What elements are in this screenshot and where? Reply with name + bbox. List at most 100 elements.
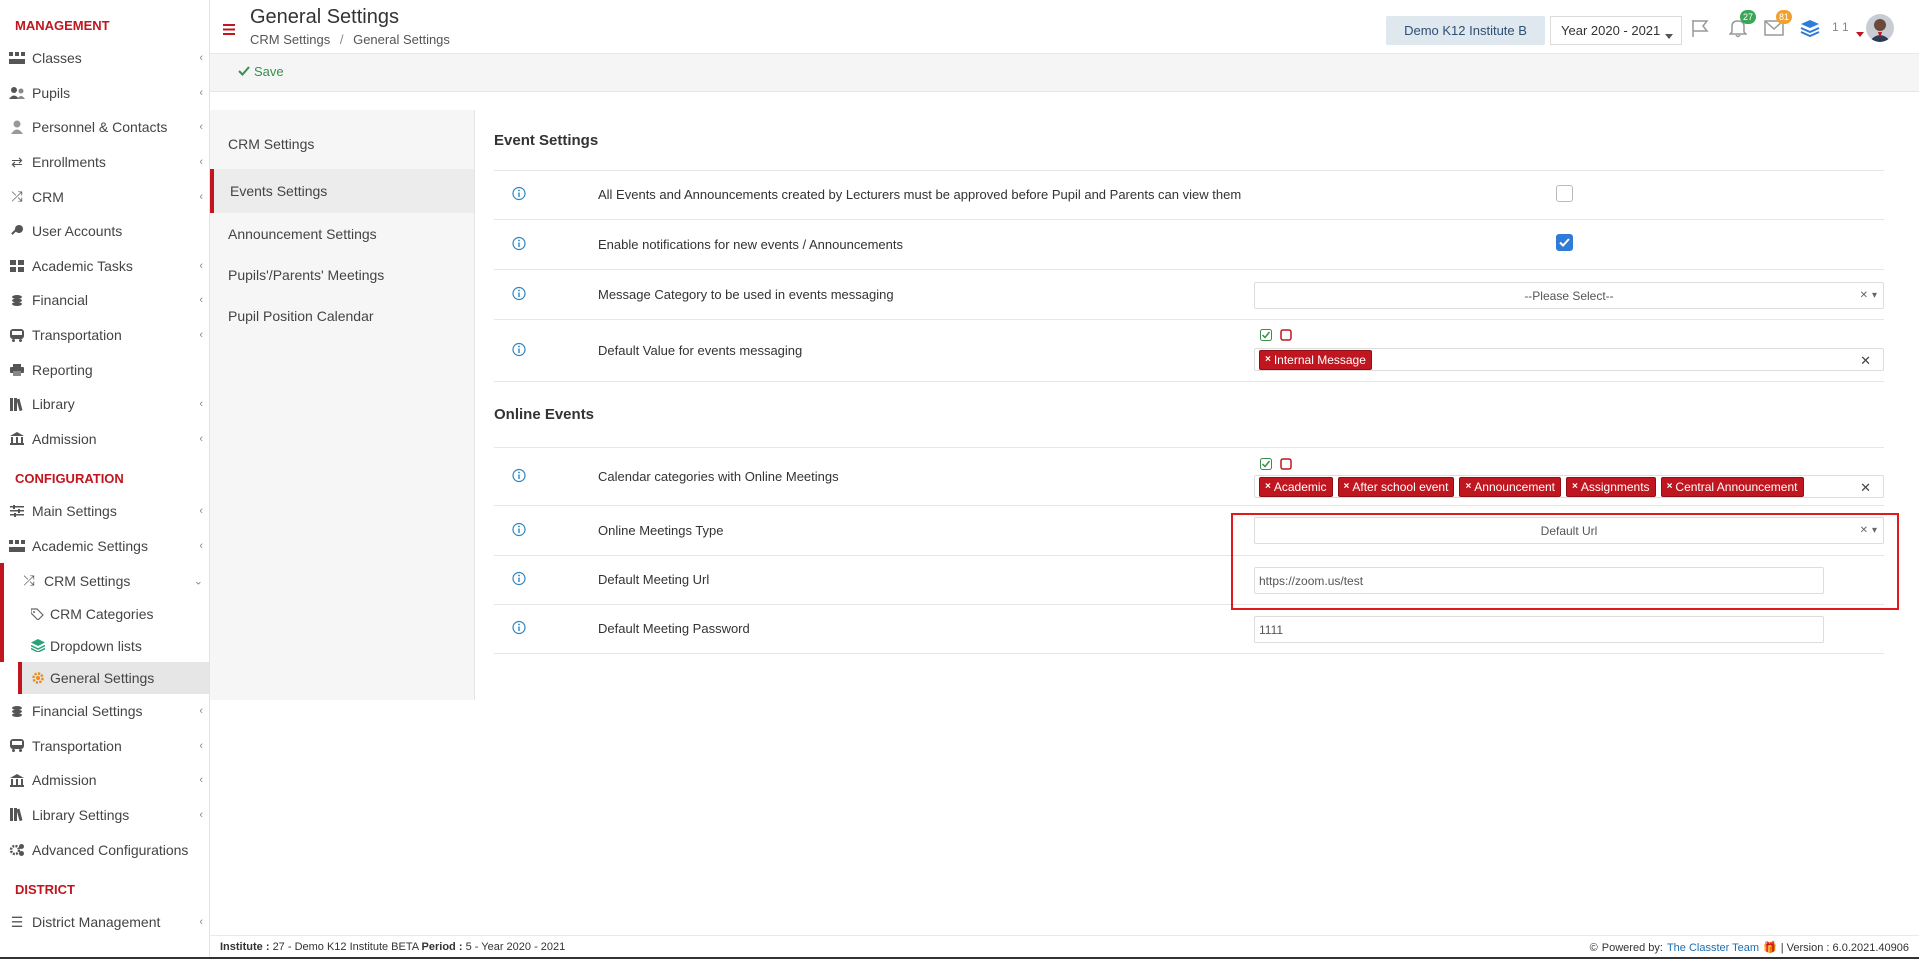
bell-icon[interactable]: 27 bbox=[1726, 10, 1756, 40]
sidebar-item-pupils[interactable]: Pupils ‹ bbox=[0, 76, 209, 111]
tag-academic[interactable]: × Academic bbox=[1259, 476, 1333, 497]
sidebar-item-crm-categories[interactable]: CRM Categories bbox=[0, 597, 209, 630]
settings-nav-announcement-settings[interactable]: Announcement Settings bbox=[210, 213, 474, 254]
tag-after-school-event[interactable]: × After school event bbox=[1337, 476, 1455, 497]
settings-nav-pupils-parents-meetings[interactable]: Pupils'/Parents' Meetings bbox=[210, 254, 474, 295]
sidebar-item-label: Financial Settings bbox=[32, 703, 143, 720]
sidebar-item-advanced-configurations[interactable]: Advanced Configurations bbox=[0, 832, 209, 867]
classes-icon bbox=[8, 539, 26, 553]
sidebar-item-library[interactable]: Library ‹ bbox=[0, 387, 209, 422]
shuffle-icon: ⤮ bbox=[11, 188, 23, 205]
sidebar-item-classes[interactable]: Classes ‹ bbox=[0, 41, 209, 76]
info-icon[interactable] bbox=[512, 342, 526, 359]
tag-announcement[interactable]: × Announcement bbox=[1459, 476, 1562, 497]
sidebar-item-academic-settings[interactable]: Academic Settings ‹ bbox=[0, 529, 209, 564]
select-all-icon[interactable] bbox=[1260, 328, 1272, 344]
sidebar-item-reporting[interactable]: Reporting bbox=[0, 352, 209, 387]
avatar[interactable] bbox=[1866, 14, 1894, 42]
caret-down-icon bbox=[1665, 27, 1673, 42]
layers-icon[interactable] bbox=[1798, 16, 1822, 40]
chevron-left-icon: ‹ bbox=[199, 121, 203, 134]
sidebar-item-label: Personnel & Contacts bbox=[32, 119, 168, 136]
remove-tag-icon[interactable]: × bbox=[1572, 481, 1578, 492]
setting-label: Calendar categories with Online Meetings bbox=[598, 468, 839, 484]
gift-icon: 🎁 bbox=[1763, 942, 1777, 954]
sidebar-item-admission-settings[interactable]: Admission ‹ bbox=[0, 763, 209, 798]
footer-team-link[interactable]: The Classter Team bbox=[1667, 942, 1759, 954]
remove-tag-icon[interactable]: × bbox=[1667, 481, 1673, 492]
settings-nav-pupil-position-calendar[interactable]: Pupil Position Calendar bbox=[210, 295, 474, 336]
approve-checkbox[interactable] bbox=[1556, 185, 1573, 202]
caret-down-icon[interactable] bbox=[1856, 24, 1864, 40]
chevron-left-icon: ‹ bbox=[199, 190, 203, 203]
hamburger-menu-icon[interactable] bbox=[223, 22, 235, 38]
sidebar-item-label: General Settings bbox=[50, 669, 155, 686]
sidebar-item-user-accounts[interactable]: User Accounts bbox=[0, 214, 209, 249]
meeting-password-input[interactable]: 1111 bbox=[1254, 616, 1824, 643]
caret-down-icon[interactable]: ▾ bbox=[1872, 290, 1877, 301]
remove-tag-icon[interactable]: × bbox=[1465, 481, 1471, 492]
envelope-icon[interactable]: 81 bbox=[1762, 10, 1792, 40]
remove-tag-icon[interactable]: × bbox=[1344, 481, 1350, 492]
tag-assignments[interactable]: × Assignments bbox=[1566, 476, 1656, 497]
sidebar-item-label: CRM Settings bbox=[44, 572, 131, 589]
sidebar-item-label: Advanced Configurations bbox=[32, 841, 189, 858]
list-icon: ☰ bbox=[10, 913, 24, 930]
sidebar-item-district-management[interactable]: ☰ District Management ‹ bbox=[0, 905, 209, 940]
calendar-categories-tags[interactable]: × Academic × After school event × Announcem… bbox=[1254, 475, 1884, 498]
remove-tag-icon[interactable]: × bbox=[1265, 354, 1271, 365]
sidebar-item-financial[interactable]: Financial ‹ bbox=[0, 283, 209, 318]
grid-icon bbox=[8, 259, 26, 273]
clear-icon[interactable]: ✕ bbox=[1860, 353, 1871, 369]
default-value-tags[interactable]: × Internal Message ✕ bbox=[1254, 348, 1884, 371]
info-icon[interactable] bbox=[512, 286, 526, 303]
breadcrumb: CRM Settings / General Settings bbox=[250, 32, 450, 47]
clear-icon[interactable]: ✕ bbox=[1860, 290, 1868, 301]
clear-icon[interactable]: ✕ bbox=[1860, 480, 1871, 496]
user-text[interactable]: 1 1 bbox=[1832, 20, 1849, 34]
select-all-icon[interactable] bbox=[1260, 457, 1272, 473]
sidebar-item-personnel[interactable]: Personnel & Contacts ‹ bbox=[0, 110, 209, 145]
sidebar-item-general-settings[interactable]: General Settings bbox=[18, 661, 209, 694]
sidebar-item-label: Admission bbox=[32, 430, 97, 447]
sidebar-item-financial-settings[interactable]: Financial Settings ‹ bbox=[0, 694, 209, 729]
breadcrumb-crm-settings[interactable]: CRM Settings bbox=[250, 32, 330, 47]
year-select[interactable]: Year 2020 - 2021 bbox=[1550, 16, 1682, 45]
sidebar-item-transportation-settings[interactable]: Transportation ‹ bbox=[0, 729, 209, 764]
layers-icon bbox=[30, 639, 46, 653]
info-icon[interactable] bbox=[512, 571, 526, 589]
check-icon bbox=[238, 64, 250, 79]
save-button[interactable]: Save bbox=[238, 64, 284, 79]
info-icon[interactable] bbox=[512, 620, 526, 638]
sidebar-item-admission[interactable]: Admission ‹ bbox=[0, 422, 209, 457]
notify-checkbox[interactable] bbox=[1556, 234, 1573, 251]
info-icon[interactable] bbox=[512, 468, 526, 485]
sidebar-item-crm[interactable]: ⤮ CRM ‹ bbox=[0, 179, 209, 214]
sidebar-item-academic-tasks[interactable]: Academic Tasks ‹ bbox=[0, 249, 209, 284]
institute-button[interactable]: Demo K12 Institute B bbox=[1386, 16, 1545, 45]
sidebar-item-dropdown-lists[interactable]: Dropdown lists bbox=[0, 629, 209, 662]
exchange-icon: ⇄ bbox=[11, 153, 23, 170]
sidebar-item-transportation[interactable]: Transportation ‹ bbox=[0, 318, 209, 353]
notifications-badge: 27 bbox=[1739, 10, 1756, 24]
sidebar-item-label: Academic Settings bbox=[32, 538, 148, 555]
settings-nav-crm-settings[interactable]: CRM Settings bbox=[210, 123, 474, 164]
sidebar-item-enrollments[interactable]: ⇄ Enrollments ‹ bbox=[0, 145, 209, 180]
info-icon[interactable] bbox=[512, 522, 526, 539]
tag-central-announcement[interactable]: × Central Announcement bbox=[1660, 476, 1804, 497]
info-icon[interactable] bbox=[512, 236, 526, 253]
deselect-all-icon[interactable] bbox=[1280, 328, 1292, 344]
setting-label: Message Category to be used in events me… bbox=[598, 286, 894, 302]
sidebar-item-library-settings[interactable]: Library Settings ‹ bbox=[0, 798, 209, 833]
sidebar-item-crm-settings[interactable]: ⤮ CRM Settings ⌄ bbox=[0, 563, 209, 598]
deselect-all-icon[interactable] bbox=[1280, 457, 1292, 473]
settings-nav-events-settings[interactable]: Events Settings bbox=[210, 169, 474, 213]
chevron-left-icon: ‹ bbox=[199, 916, 203, 929]
chevron-left-icon: ‹ bbox=[199, 86, 203, 99]
remove-tag-icon[interactable]: × bbox=[1265, 481, 1271, 492]
sidebar-item-main-settings[interactable]: Main Settings ‹ bbox=[0, 494, 209, 529]
flag-icon[interactable] bbox=[1688, 16, 1712, 40]
tag-internal-message[interactable]: × Internal Message bbox=[1259, 349, 1372, 370]
info-icon[interactable] bbox=[512, 186, 526, 204]
message-category-select[interactable]: --Please Select-- ✕ ▾ bbox=[1254, 282, 1884, 309]
